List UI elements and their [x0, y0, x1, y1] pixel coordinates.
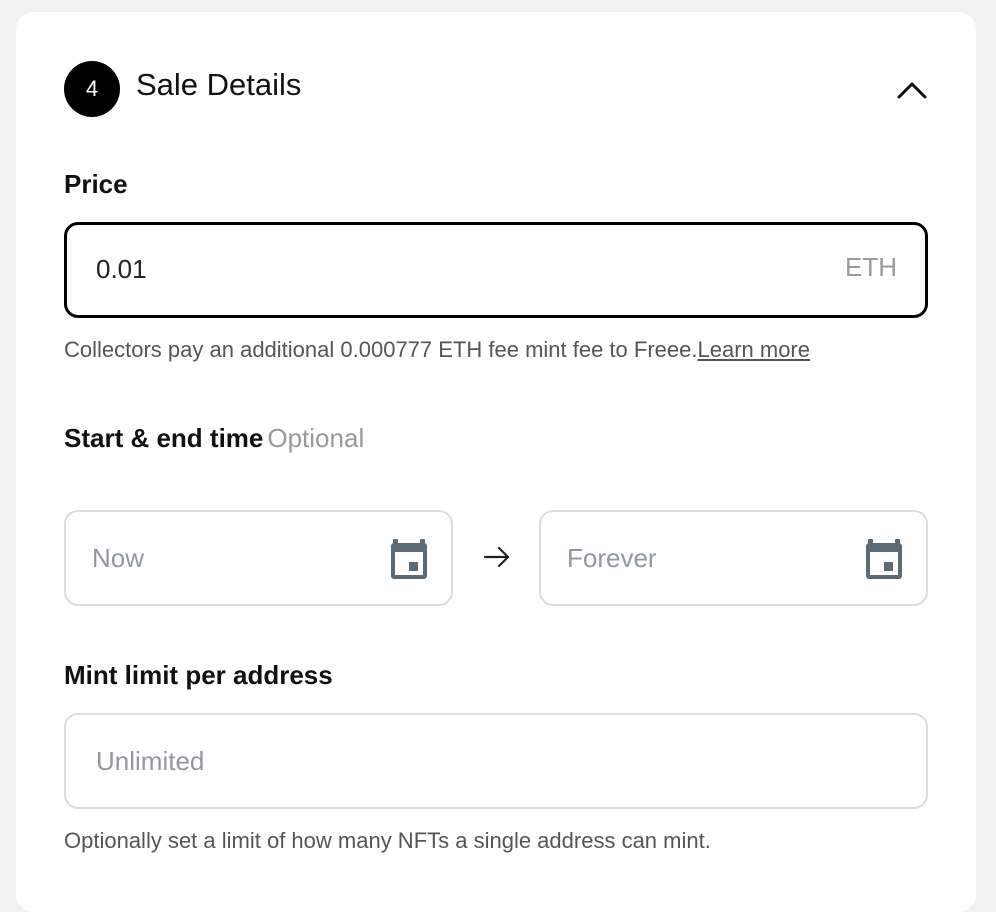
mint-limit-input[interactable]: Unlimited	[64, 713, 928, 809]
end-time-input[interactable]: Forever	[539, 510, 928, 606]
end-time-placeholder: Forever	[567, 543, 657, 573]
start-time-input[interactable]: Now	[64, 510, 453, 606]
schedule-label: Start & end time Optional	[64, 423, 364, 453]
price-input[interactable]: 0.01 ETH	[64, 222, 928, 318]
optional-tag: Optional	[267, 423, 365, 453]
calendar-icon[interactable]	[389, 538, 429, 580]
price-unit: ETH	[845, 252, 897, 282]
step-number-badge: 4	[64, 61, 120, 117]
step-number: 4	[85, 76, 99, 101]
collapse-button[interactable]	[892, 72, 932, 108]
schedule-label-text: Start & end time	[64, 423, 264, 453]
fee-description: Collectors pay an additional 0.000777 ET…	[64, 337, 698, 362]
section-title: Sale Details	[136, 67, 302, 102]
arrow-right-icon	[483, 546, 510, 568]
price-helper-text: Collectors pay an additional 0.000777 ET…	[64, 336, 810, 364]
sale-details-card: 4 Sale Details Price 0.01 ETH Collectors…	[16, 12, 976, 912]
mint-limit-label: Mint limit per address	[64, 660, 333, 690]
mint-limit-placeholder: Unlimited	[96, 746, 205, 776]
calendar-icon[interactable]	[864, 538, 904, 580]
learn-more-link[interactable]: Learn more	[697, 337, 810, 362]
start-time-placeholder: Now	[92, 543, 145, 573]
price-label: Price	[64, 169, 128, 199]
price-value[interactable]: 0.01	[96, 253, 147, 285]
chevron-up-icon	[897, 82, 927, 99]
mint-limit-helper-text: Optionally set a limit of how many NFTs …	[64, 828, 711, 853]
